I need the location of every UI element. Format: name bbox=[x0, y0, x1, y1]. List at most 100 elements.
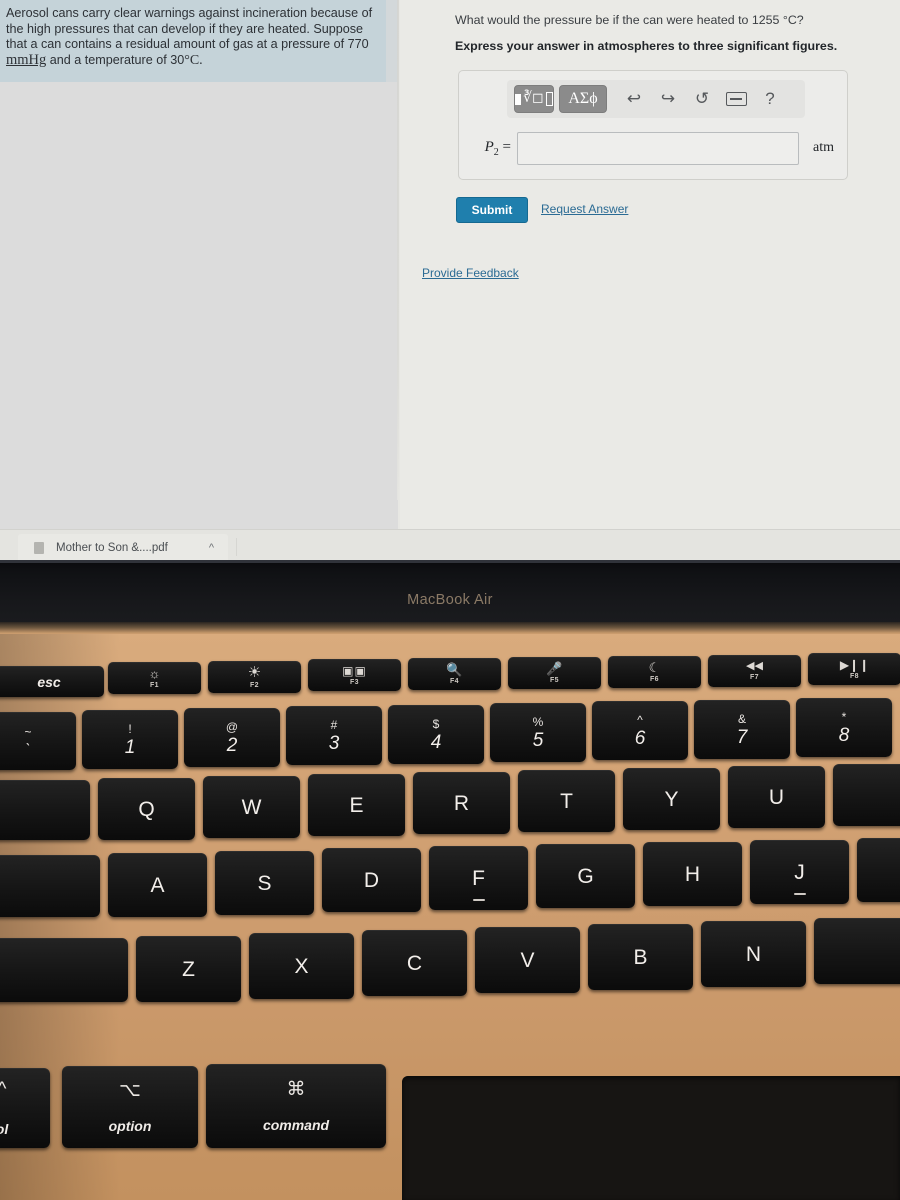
problem-statement-card: Aerosol cans carry clear warnings agains… bbox=[0, 0, 386, 82]
key-g[interactable]: G bbox=[536, 844, 635, 908]
key-f7-label: F7 bbox=[750, 674, 759, 681]
help-icon[interactable]: ? bbox=[753, 85, 787, 113]
key-tab[interactable] bbox=[0, 780, 90, 840]
key-n[interactable]: N bbox=[701, 921, 806, 987]
key-5[interactable]: % 5 bbox=[490, 703, 586, 762]
key-e[interactable]: E bbox=[308, 774, 405, 836]
key-2[interactable]: @ 2 bbox=[184, 708, 280, 767]
key-y[interactable]: Y bbox=[623, 768, 720, 830]
key-f5-dictation[interactable]: 🎤 F5 bbox=[508, 657, 601, 689]
math-toolbar: ∛◻ ΑΣϕ ↩ ↪ ↺ ? bbox=[507, 80, 805, 118]
pane-divider bbox=[397, 0, 399, 500]
variable-subscript: 2 bbox=[493, 146, 499, 158]
key-7[interactable]: & 7 bbox=[694, 700, 790, 759]
key-z-label: Z bbox=[182, 957, 195, 981]
key-8-alt: * bbox=[841, 709, 847, 724]
key-u[interactable]: U bbox=[728, 766, 825, 828]
key-option[interactable]: ⌥ option bbox=[62, 1066, 198, 1148]
variable-label: P2 = bbox=[469, 139, 517, 158]
key-v[interactable]: V bbox=[475, 927, 580, 993]
greek-symbols-button[interactable]: ΑΣϕ bbox=[559, 85, 607, 113]
math-template-icon[interactable]: ∛◻ bbox=[514, 85, 554, 113]
key-f4-spotlight[interactable]: 🔍 F4 bbox=[408, 658, 501, 690]
key-f1-brightness-down[interactable]: ☼ F1 bbox=[108, 662, 201, 694]
key-k[interactable] bbox=[857, 838, 900, 902]
download-item[interactable]: Mother to Son &....pdf ^ bbox=[18, 534, 228, 562]
homing-bar-f bbox=[472, 898, 485, 901]
key-esc[interactable]: esc bbox=[0, 666, 104, 697]
search-icon: 🔍 bbox=[446, 662, 463, 677]
key-backtick[interactable]: ~ ` bbox=[0, 712, 76, 770]
key-f2-brightness-up[interactable]: ☀ F2 bbox=[208, 661, 301, 693]
key-capslock[interactable] bbox=[0, 855, 100, 917]
key-6-main: 6 bbox=[634, 727, 646, 749]
key-c-label: C bbox=[406, 951, 423, 975]
browser-viewport: Aerosol cans carry clear warnings agains… bbox=[0, 0, 900, 566]
answer-input[interactable] bbox=[517, 131, 799, 165]
key-f3-label: F3 bbox=[350, 678, 359, 686]
keyboard-glyph bbox=[725, 92, 747, 106]
key-f4-label: F4 bbox=[450, 678, 459, 685]
key-f6-do-not-disturb[interactable]: ☾ F6 bbox=[608, 656, 701, 688]
trackpad[interactable] bbox=[402, 1076, 900, 1200]
key-h-label: H bbox=[684, 862, 701, 886]
nth-root-icon: ∛◻ bbox=[523, 91, 544, 106]
key-x-label: X bbox=[294, 954, 309, 978]
undo-icon[interactable]: ↩ bbox=[617, 85, 651, 113]
key-q-label: Q bbox=[138, 797, 155, 821]
key-8[interactable]: * 8 bbox=[796, 698, 892, 757]
key-f3-mission-control[interactable]: ▣▣ F3 bbox=[308, 659, 401, 691]
question-block: What would the pressure be if the can we… bbox=[455, 12, 875, 55]
provide-feedback-link[interactable]: Provide Feedback bbox=[422, 266, 519, 280]
left-document-pane: Aerosol cans carry clear warnings agains… bbox=[0, 0, 398, 530]
key-3[interactable]: # 3 bbox=[286, 706, 382, 765]
key-x[interactable]: X bbox=[249, 933, 354, 999]
brightness-up-icon: ☀ bbox=[247, 664, 262, 681]
key-1-alt: ! bbox=[128, 721, 132, 736]
key-w[interactable]: W bbox=[203, 776, 300, 838]
reset-icon[interactable]: ↺ bbox=[685, 85, 719, 113]
key-f8-play-pause[interactable]: ▶❙❙ F8 bbox=[808, 653, 900, 685]
key-c[interactable]: C bbox=[362, 930, 467, 996]
request-answer-link[interactable]: Request Answer bbox=[541, 202, 628, 216]
key-b[interactable]: B bbox=[588, 924, 693, 990]
key-m[interactable] bbox=[814, 918, 900, 984]
key-z[interactable]: Z bbox=[136, 936, 241, 1002]
key-a[interactable]: A bbox=[108, 853, 207, 917]
key-6[interactable]: ^ 6 bbox=[592, 701, 688, 760]
key-n-label: N bbox=[745, 942, 762, 966]
homing-bar-j bbox=[793, 892, 806, 895]
key-d[interactable]: D bbox=[322, 848, 421, 912]
key-f[interactable]: F bbox=[429, 846, 528, 910]
key-8-main: 8 bbox=[838, 724, 850, 746]
key-q[interactable]: Q bbox=[98, 778, 195, 840]
key-shift-left[interactable] bbox=[0, 938, 128, 1002]
key-4[interactable]: $ 4 bbox=[388, 705, 484, 764]
control-caret-icon: ^ bbox=[0, 1078, 7, 1100]
key-command[interactable]: ⌘ command bbox=[206, 1064, 386, 1148]
keyboard-icon[interactable] bbox=[719, 85, 753, 113]
key-j[interactable]: J bbox=[750, 840, 849, 904]
key-1-main: 1 bbox=[124, 736, 136, 758]
key-i[interactable] bbox=[833, 764, 900, 826]
key-backtick-main: ` bbox=[25, 740, 31, 758]
key-r[interactable]: R bbox=[413, 772, 510, 834]
download-file-name: Mother to Son &....pdf bbox=[56, 542, 168, 554]
key-y-label: Y bbox=[664, 787, 679, 811]
key-control[interactable]: ^ ol bbox=[0, 1068, 50, 1148]
key-h[interactable]: H bbox=[643, 842, 742, 906]
redo-icon[interactable]: ↪ bbox=[651, 85, 685, 113]
key-f1-label: F1 bbox=[150, 682, 159, 689]
answer-entry-box: ∛◻ ΑΣϕ ↩ ↪ ↺ ? P2 = atm bbox=[458, 70, 848, 180]
submit-button[interactable]: Submit bbox=[456, 197, 528, 223]
key-j-label: J bbox=[794, 860, 805, 884]
laptop-screen: Aerosol cans carry clear warnings agains… bbox=[0, 0, 900, 566]
problem-line-2: the high pressures that can develop if t… bbox=[6, 21, 364, 36]
key-1[interactable]: ! 1 bbox=[82, 710, 178, 769]
key-4-main: 4 bbox=[430, 731, 442, 753]
key-t[interactable]: T bbox=[518, 770, 615, 832]
key-f7-rewind[interactable]: ◀◀ F7 bbox=[708, 655, 801, 687]
screen-edge-highlight bbox=[0, 560, 900, 563]
chevron-up-icon[interactable]: ^ bbox=[209, 542, 214, 554]
key-s[interactable]: S bbox=[215, 851, 314, 915]
